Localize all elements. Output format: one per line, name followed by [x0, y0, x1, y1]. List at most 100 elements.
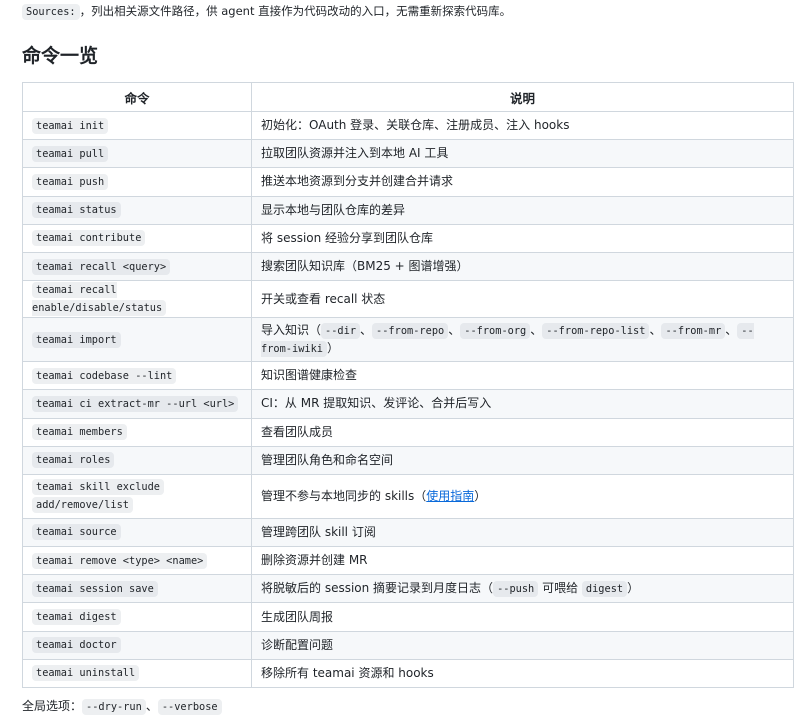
desc-suffix: ）	[474, 488, 487, 503]
command-code: teamai import	[32, 331, 121, 348]
command-cell: teamai digest	[22, 602, 252, 632]
intro-line: Sources: ，列出相关源文件路径，供 agent 直接作为代码改动的入口，无…	[22, 3, 511, 21]
description-cell: 推送本地资源到分支并创建合并请求	[251, 167, 794, 197]
command-cell: teamai import	[22, 317, 252, 363]
description-cell: 删除资源并创建 MR	[251, 546, 794, 576]
command-code: teamai status	[32, 202, 121, 219]
command-cell: teamai status	[22, 195, 252, 225]
separator: 、	[530, 322, 543, 337]
table-row: teamai codebase --lint 知识图谱健康检查	[22, 361, 794, 391]
table-row: teamai recall <query> 搜索团队知识库（BM25 + 图谱增…	[22, 251, 794, 282]
command-cell: teamai skill exclude add/remove/list	[22, 473, 252, 519]
description-cell: 生成团队周报	[251, 602, 794, 632]
description-cell: CI：从 MR 提取知识、发评论、合并后写入	[251, 389, 794, 419]
table-header-row: 命令 说明	[22, 82, 794, 112]
description-cell: 管理团队角色和命名空间	[251, 445, 794, 475]
table-row: teamai ci extract-mr --url <url> CI：从 MR…	[22, 389, 794, 419]
command-cell: teamai roles	[22, 445, 252, 475]
command-code: teamai uninstall	[32, 665, 140, 682]
command-cell: teamai session save	[22, 574, 252, 604]
command-code: teamai source	[32, 524, 121, 541]
table-row: teamai session save 将脱敏后的 session 摘要记录到月…	[22, 574, 794, 604]
table-row: teamai init 初始化：OAuth 登录、关联仓库、注册成员、注入 ho…	[22, 110, 794, 141]
option-code: --push	[493, 580, 539, 597]
table-row: teamai source 管理跨团队 skill 订阅	[22, 517, 794, 548]
command-code: teamai pull	[32, 145, 109, 162]
table-row: teamai recall enable/disable/status 开关或查…	[22, 280, 794, 319]
command-code: teamai codebase --lint	[32, 367, 177, 384]
description-cell: 显示本地与团队仓库的差异	[251, 195, 794, 225]
table-row: teamai pull 拉取团队资源并注入到本地 AI 工具	[22, 139, 794, 169]
command-code: teamai push	[32, 173, 109, 190]
description-cell: 知识图谱健康检查	[251, 361, 794, 391]
dry-run-option: --dry-run	[82, 699, 146, 715]
section-title: 命令一览	[22, 45, 99, 67]
table-row: teamai push 推送本地资源到分支并创建合并请求	[22, 167, 794, 197]
description-cell: 开关或查看 recall 状态	[251, 280, 794, 319]
command-code: teamai doctor	[32, 637, 121, 654]
description-cell: 移除所有 teamai 资源和 hooks	[251, 658, 794, 689]
separator: 、	[649, 322, 662, 337]
command-code: teamai init	[32, 117, 109, 134]
command-cell: teamai contribute	[22, 223, 252, 253]
separator: 、	[448, 322, 461, 337]
commands-table: 命令 说明 teamai init 初始化：OAuth 登录、关联仓库、注册成员…	[22, 82, 794, 689]
command-cell: teamai remove <type> <name>	[22, 546, 252, 576]
command-code: teamai digest	[32, 609, 121, 626]
description-cell: 管理跨团队 skill 订阅	[251, 517, 794, 548]
global-options: 全局选项： --dry-run、 --verbose	[22, 697, 222, 716]
command-cell: teamai doctor	[22, 630, 252, 660]
separator: 、	[145, 699, 158, 713]
option-code: --from-repo-list	[542, 322, 650, 339]
command-code: teamai recall <query>	[32, 258, 171, 275]
intro-text: ，列出相关源文件路径，供 agent 直接作为代码改动的入口，无需重新探索代码库…	[79, 4, 512, 18]
table-row: teamai skill exclude add/remove/list 管理不参…	[22, 473, 794, 519]
command-code: teamai ci extract-mr --url <url>	[32, 395, 239, 412]
command-cell: teamai pull	[22, 139, 252, 169]
description-cell: 导入知识（ --dir、 --from-repo、 --from-org、 --from…	[251, 317, 794, 363]
header-description: 说明	[251, 82, 794, 112]
command-code: teamai recall enable/disable/status	[32, 282, 167, 317]
description-cell: 搜索团队知识库（BM25 + 图谱增强）	[251, 251, 794, 282]
command-code: add/remove/list	[32, 497, 133, 514]
option-code: digest	[581, 580, 628, 597]
command-code: teamai skill exclude	[32, 479, 164, 496]
command-code: teamai members	[32, 424, 127, 441]
command-cell: teamai recall enable/disable/status	[22, 280, 252, 319]
usage-guide-link[interactable]: 使用指南	[426, 489, 474, 503]
table-row: teamai status 显示本地与团队仓库的差异	[22, 195, 794, 225]
option-code: --from-org	[460, 322, 531, 339]
command-cell: teamai codebase --lint	[22, 361, 252, 391]
verbose-option: --verbose	[157, 699, 222, 715]
command-cell: teamai init	[22, 110, 252, 141]
desc-prefix: 管理不参与本地同步的 skills（	[261, 488, 427, 503]
desc-suffix: ）	[627, 580, 640, 595]
description-cell: 将脱敏后的 session 摘要记录到月度日志（ --push 可喂给 diges…	[251, 574, 794, 604]
command-code: teamai contribute	[32, 230, 146, 247]
table-row: teamai contribute 将 session 经验分享到团队仓库	[22, 223, 794, 253]
desc-suffix: ）	[327, 340, 340, 355]
desc-prefix: 导入知识（	[261, 322, 322, 337]
command-cell: teamai source	[22, 517, 252, 548]
command-cell: teamai push	[22, 167, 252, 197]
description-cell: 管理不参与本地同步的 skills（使用指南）	[251, 473, 794, 519]
separator: 、	[360, 322, 373, 337]
description-cell: 将 session 经验分享到团队仓库	[251, 223, 794, 253]
table-row: teamai roles 管理团队角色和命名空间	[22, 445, 794, 475]
table-row: teamai digest 生成团队周报	[22, 602, 794, 632]
option-code: --from-mr	[661, 322, 726, 339]
global-options-label: 全局选项：	[22, 699, 83, 713]
desc-middle: 可喂给	[538, 580, 582, 595]
table-row: teamai import 导入知识（ --dir、 --from-repo、 --f…	[22, 317, 794, 363]
table-row: teamai remove <type> <name> 删除资源并创建 MR	[22, 546, 794, 576]
command-cell: teamai recall <query>	[22, 251, 252, 282]
command-code: teamai session save	[32, 580, 158, 597]
command-code: teamai remove <type> <name>	[32, 552, 208, 569]
command-code: teamai roles	[32, 452, 115, 469]
header-command: 命令	[22, 82, 252, 112]
command-cell: teamai uninstall	[22, 658, 252, 689]
option-code: --from-repo	[372, 322, 449, 339]
intro-code: Sources:	[22, 4, 80, 20]
description-cell: 诊断配置问题	[251, 630, 794, 660]
command-cell: teamai ci extract-mr --url <url>	[22, 389, 252, 419]
